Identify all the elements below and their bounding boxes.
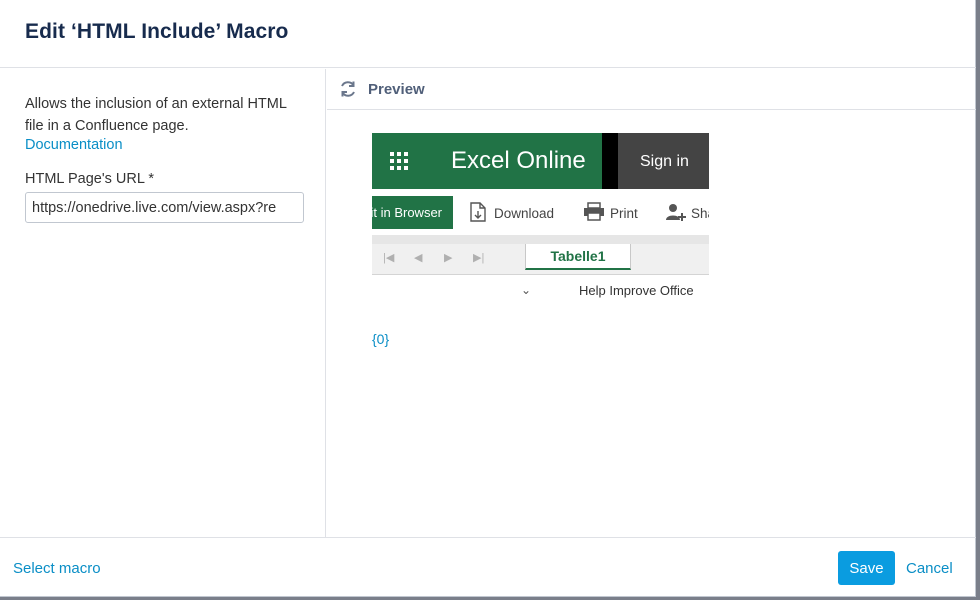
first-sheet-icon[interactable]: |◀ [383, 251, 394, 264]
excel-app-name: Excel Online [451, 147, 586, 174]
share-person-icon [666, 204, 686, 221]
url-field-label: HTML Page's URL * [25, 171, 155, 187]
download-button[interactable]: Download [469, 196, 559, 229]
preview-header: Preview [327, 69, 976, 110]
printer-icon [584, 202, 604, 221]
prev-sheet-icon[interactable]: ◀ [414, 251, 422, 264]
excel-brand-area: Excel Online [372, 133, 602, 189]
print-button[interactable]: Print [583, 196, 653, 229]
edit-macro-dialog: Edit ‘HTML Include’ Macro Allows the inc… [0, 0, 976, 597]
dialog-header: Edit ‘HTML Include’ Macro [0, 0, 976, 68]
sheet-tab[interactable]: Tabelle1 [525, 244, 631, 270]
dialog-title: Edit ‘HTML Include’ Macro [25, 20, 289, 43]
top-bar-divider [602, 133, 618, 189]
share-label: Share [691, 206, 709, 221]
last-sheet-icon[interactable]: ▶| [473, 251, 484, 264]
edit-in-browser-label: Edit in Browser [372, 205, 442, 220]
preview-panel: Preview Excel Online Sign in Edit [327, 69, 976, 537]
refresh-icon[interactable] [338, 79, 358, 99]
macro-description: Allows the inclusion of an external HTML… [25, 96, 287, 134]
dialog-footer: Select macro Save Cancel [0, 537, 976, 597]
chevron-down-icon[interactable]: ⌄ [521, 283, 531, 297]
excel-top-bar: Excel Online Sign in [372, 133, 709, 189]
preview-label: Preview [368, 81, 425, 98]
excel-toolbar: Edit in Browser Download [372, 196, 709, 230]
column-header-strip [372, 235, 709, 244]
share-button[interactable]: Share [665, 196, 709, 229]
download-label: Download [494, 206, 555, 221]
edit-in-browser-button[interactable]: Edit in Browser [372, 196, 453, 229]
page-backdrop [976, 0, 980, 600]
app-launcher-icon[interactable] [390, 152, 410, 172]
cancel-button[interactable]: Cancel [906, 560, 953, 577]
save-button[interactable]: Save [838, 551, 895, 585]
select-macro-link[interactable]: Select macro [13, 560, 101, 577]
sign-in-link[interactable]: Sign in [640, 153, 689, 171]
next-sheet-icon[interactable]: ▶ [444, 251, 452, 264]
macro-parameters-panel: Allows the inclusion of an external HTML… [0, 69, 326, 537]
preview-placeholder: {0} [372, 331, 390, 347]
sheet-tab-label: Tabelle1 [550, 248, 606, 264]
print-label: Print [610, 206, 638, 221]
excel-online-embed[interactable]: Excel Online Sign in Edit in Browser Dow… [372, 133, 709, 288]
download-icon [470, 202, 486, 222]
help-improve-bar: ⌄ Help Improve Office [479, 283, 719, 303]
url-input[interactable] [25, 192, 304, 223]
sheet-tab-bar: |◀ ◀ ▶ ▶| Tabelle1 [372, 244, 709, 275]
documentation-link[interactable]: Documentation [25, 137, 123, 153]
help-improve-link[interactable]: Help Improve Office [579, 283, 694, 298]
